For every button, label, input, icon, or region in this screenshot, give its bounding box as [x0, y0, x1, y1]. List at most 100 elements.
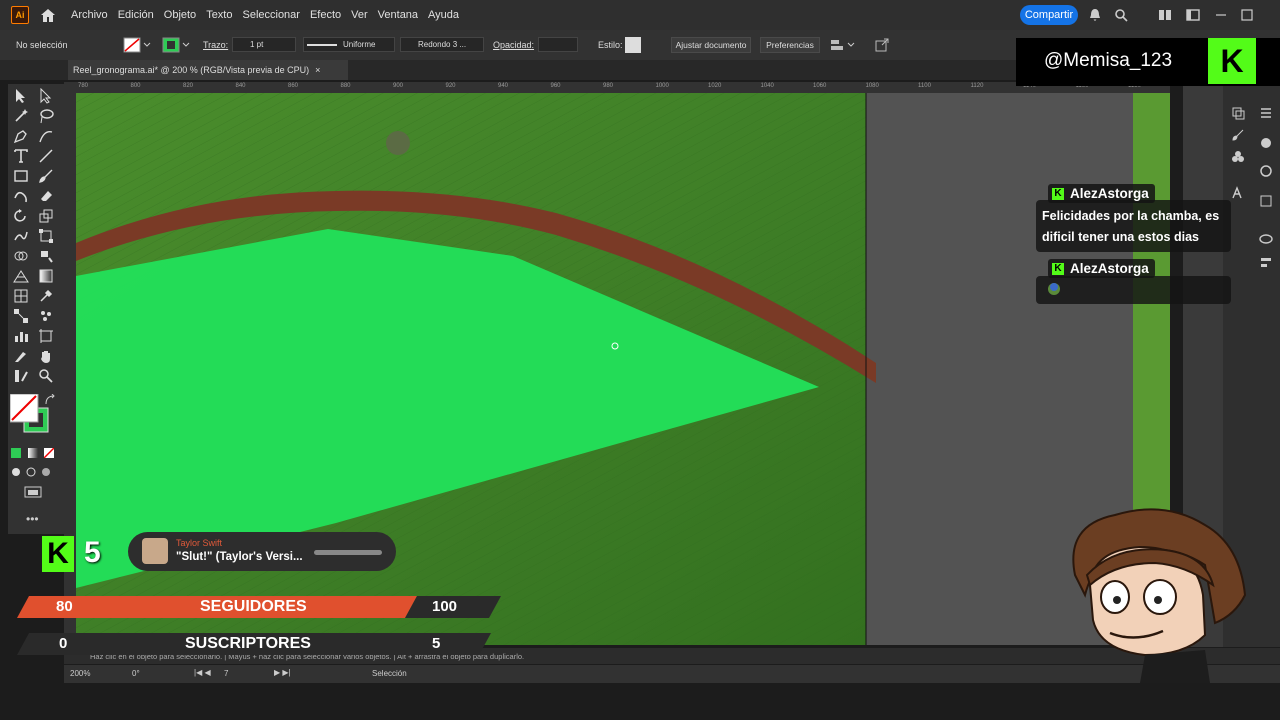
sub-count: 5 — [84, 536, 101, 569]
symbols-icon[interactable] — [1231, 150, 1245, 164]
transform-icon[interactable] — [1259, 194, 1273, 208]
screen-mode-icon[interactable] — [24, 486, 42, 500]
graph-tool-icon[interactable] — [13, 328, 29, 344]
next-artboard-icon[interactable]: ▶ ▶| — [274, 668, 291, 677]
fill-none-swatch[interactable] — [123, 37, 141, 53]
ruler-tick-label: 940 — [498, 83, 509, 89]
menu-efecto[interactable]: Efecto — [310, 9, 341, 21]
ruler-tick-label: 820 — [183, 83, 194, 89]
ruler-tick-label: 1040 — [760, 83, 774, 89]
trazo-label[interactable]: Trazo: — [203, 40, 228, 50]
bell-icon[interactable] — [1088, 8, 1102, 22]
home-icon[interactable] — [39, 7, 57, 23]
menu-texto[interactable]: Texto — [206, 9, 232, 21]
ruler-tick-label: 800 — [130, 83, 141, 89]
stroke-line-icon — [307, 43, 337, 46]
menu-ver[interactable]: Ver — [351, 9, 368, 21]
arrange-icon[interactable] — [1186, 8, 1200, 22]
kick-badge-icon: K — [1052, 187, 1064, 200]
artboard-number[interactable]: 7 — [224, 669, 228, 678]
workspace-icon[interactable] — [1158, 8, 1172, 22]
lasso-icon[interactable] — [38, 108, 54, 124]
align-panel-icon[interactable] — [1259, 256, 1273, 270]
stroke-weight-field[interactable]: 1 pt — [232, 37, 296, 52]
adjust-document-button[interactable]: Ajustar documento — [671, 37, 751, 53]
first-artboard-icon[interactable]: |◀ ◀ — [194, 668, 211, 677]
links-icon[interactable] — [1259, 232, 1273, 246]
mesh-tool-icon[interactable] — [13, 288, 29, 304]
stroke-swatch[interactable] — [162, 37, 180, 53]
stroke-profile-value: Uniforme — [343, 40, 376, 49]
character-icon[interactable] — [1231, 186, 1245, 200]
export-icon[interactable] — [874, 37, 890, 53]
menu-edicion[interactable]: Edición — [118, 9, 154, 21]
chevron-down-icon[interactable] — [182, 42, 190, 48]
free-transform-icon[interactable] — [38, 228, 54, 244]
ruler-tick-label: 960 — [550, 83, 561, 89]
more-tools-icon[interactable]: ••• — [26, 512, 39, 526]
rotation-value[interactable]: 0° — [132, 669, 140, 678]
align-icon[interactable] — [830, 38, 856, 52]
brushes-icon[interactable] — [1231, 128, 1245, 142]
selection-tool-icon[interactable] — [13, 88, 29, 104]
properties-icon[interactable] — [1259, 106, 1273, 120]
appearance-icon[interactable] — [1259, 164, 1273, 178]
minimize-icon[interactable] — [1214, 8, 1228, 22]
stroke-profile-select[interactable]: Uniforme — [303, 37, 395, 52]
shaper-tool-icon[interactable] — [13, 188, 29, 204]
menu-archivo[interactable]: Archivo — [71, 9, 108, 21]
gradient-mode-icon[interactable] — [28, 448, 38, 458]
type-tool-icon[interactable] — [13, 148, 29, 164]
menu-ayuda[interactable]: Ayuda — [428, 9, 459, 21]
symbol-sprayer-icon[interactable] — [38, 308, 54, 324]
color-mode-icon[interactable] — [11, 448, 21, 458]
chevron-down-icon[interactable] — [143, 42, 151, 48]
scale-tool-icon[interactable] — [38, 208, 54, 224]
close-icon[interactable]: × — [315, 65, 320, 75]
zoom-level[interactable]: 200% — [70, 669, 90, 678]
magic-wand-icon[interactable] — [13, 108, 29, 124]
live-paint-icon[interactable] — [38, 248, 54, 264]
preferences-button[interactable]: Preferencias — [760, 37, 820, 53]
eraser-icon[interactable] — [38, 188, 54, 204]
artboard-tool-icon[interactable] — [38, 328, 54, 344]
brush-select[interactable]: Redondo 3 ... — [400, 37, 484, 52]
maximize-icon[interactable] — [1240, 8, 1254, 22]
document-tab[interactable]: Reel_gronograma.ai* @ 200 % (RGB/Vista p… — [68, 60, 348, 80]
color-icon[interactable] — [1259, 136, 1273, 150]
menu-seleccionar[interactable]: Seleccionar — [242, 9, 299, 21]
zoom-tool-icon[interactable] — [38, 368, 54, 384]
curvature-tool-icon[interactable] — [38, 128, 54, 144]
search-icon[interactable] — [1114, 8, 1128, 22]
blend-tool-icon[interactable] — [13, 308, 29, 324]
chat-message-text: Felicidades por la chamba, es dificil te… — [1042, 209, 1220, 244]
brush-tool-icon[interactable] — [38, 168, 54, 184]
shape-builder-icon[interactable] — [13, 248, 29, 264]
draw-mode-icon[interactable] — [11, 466, 51, 478]
menu-objeto[interactable]: Objeto — [164, 9, 196, 21]
share-button[interactable]: Compartir — [1020, 5, 1078, 25]
ruler-tick-label: 1020 — [708, 83, 722, 89]
opacity-field[interactable] — [538, 37, 578, 52]
layers-icon[interactable] — [1231, 106, 1245, 120]
warp-tool-icon[interactable] — [13, 228, 29, 244]
style-swatch[interactable] — [625, 37, 641, 53]
direct-selection-tool-icon[interactable] — [38, 88, 54, 104]
none-mode-icon[interactable] — [44, 448, 54, 458]
swap-icon[interactable] — [44, 394, 56, 406]
chat-username: AlezAstorga — [1070, 261, 1149, 276]
eyedropper-icon[interactable] — [38, 288, 54, 304]
rectangle-tool-icon[interactable] — [13, 168, 29, 184]
chat-user-badge: K AlezAstorga — [1048, 184, 1155, 203]
rotate-tool-icon[interactable] — [13, 208, 29, 224]
line-tool-icon[interactable] — [38, 148, 54, 164]
edit-toolbar-icon[interactable] — [13, 368, 29, 384]
ruler-tick-label: 1120 — [970, 83, 984, 89]
opacity-label[interactable]: Opacidad: — [493, 40, 534, 50]
gradient-tool-icon[interactable] — [38, 268, 54, 284]
hand-tool-icon[interactable] — [38, 348, 54, 364]
perspective-grid-icon[interactable] — [13, 268, 29, 284]
menu-ventana[interactable]: Ventana — [378, 9, 418, 21]
slice-tool-icon[interactable] — [13, 348, 29, 364]
pen-tool-icon[interactable] — [13, 128, 29, 144]
